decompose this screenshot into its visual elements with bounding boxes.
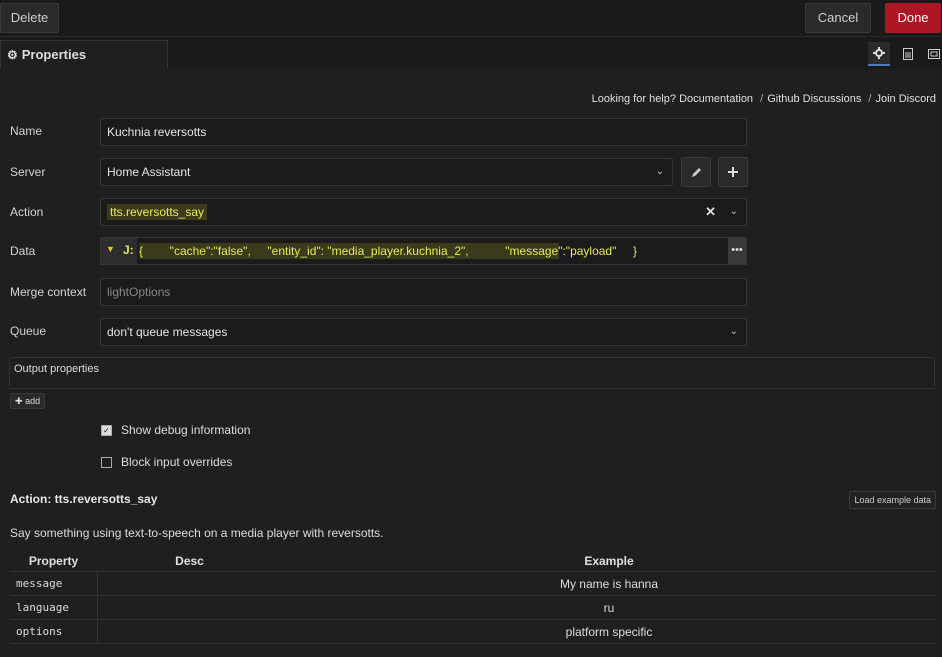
block-input-label: Block input overrides — [121, 455, 233, 469]
cancel-button[interactable]: Cancel — [805, 3, 871, 33]
merge-context-input[interactable]: lightOptions — [100, 278, 747, 306]
caret-down-icon: ▼ — [106, 244, 115, 254]
desc-cell — [97, 595, 282, 620]
column-header-property: Property — [10, 551, 97, 572]
plus-icon: ✚ — [15, 396, 23, 406]
action-description: Say something using text-to-speech on a … — [10, 526, 384, 540]
output-properties-list: Output properties — [9, 357, 935, 389]
action-select[interactable]: tts.reversotts_say ✕ ⌄ — [100, 198, 747, 226]
gear-icon — [873, 47, 885, 59]
column-header-example: Example — [282, 551, 936, 572]
name-input[interactable]: Kuchnia reversotts — [100, 118, 747, 146]
done-button[interactable]: Done — [885, 3, 941, 33]
data-type-selector[interactable]: ▼ J: — [101, 238, 137, 264]
table-row: language ru — [10, 595, 936, 620]
add-output-property-button[interactable]: ✚ add — [10, 393, 46, 409]
queue-select-value: don't queue messages — [107, 325, 228, 339]
table-row: options platform specific — [10, 619, 936, 644]
tab-properties[interactable]: ⚙ Properties — [0, 40, 168, 69]
table-header-row: Property Desc Example — [10, 551, 936, 572]
chevron-down-icon: ⌄ — [655, 166, 664, 177]
data-json-value[interactable]: { "cache":"false", "entity_id": "media_p… — [139, 238, 726, 264]
property-cell: language — [10, 595, 98, 620]
documentation-link[interactable]: Documentation — [679, 93, 753, 105]
data-typed-input[interactable]: ▼ J: { "cache":"false", "entity_id": "me… — [100, 237, 747, 265]
help-links: Looking for help? Documentation / Github … — [592, 93, 936, 105]
tabs-bar: ⚙ Properties — [0, 36, 942, 69]
server-label: Server — [10, 165, 46, 179]
add-server-button[interactable] — [718, 157, 748, 187]
help-separator: / — [868, 93, 872, 105]
merge-context-label: Merge context — [10, 285, 87, 299]
column-header-desc: Desc — [97, 551, 282, 572]
example-cell: platform specific — [282, 619, 936, 644]
property-cell: options — [10, 619, 98, 644]
example-cell: ru — [282, 595, 936, 620]
block-input-checkbox[interactable] — [101, 456, 112, 468]
more-options-icon[interactable]: ••• — [728, 238, 746, 264]
help-prefix: Looking for help? — [591, 93, 676, 105]
document-icon — [903, 48, 913, 60]
action-select-value: tts.reversotts_say — [107, 204, 208, 220]
merge-context-placeholder: lightOptions — [107, 285, 171, 299]
add-button-label: add — [25, 396, 41, 406]
server-select[interactable]: Home Assistant ⌄ — [100, 158, 673, 186]
pencil-icon — [691, 167, 701, 177]
desc-cell — [97, 619, 282, 644]
name-label: Name — [10, 124, 43, 138]
settings-tab-icon[interactable] — [868, 42, 890, 66]
show-debug-label: Show debug information — [121, 423, 251, 437]
property-cell: message — [10, 571, 98, 596]
description-tab-icon[interactable] — [897, 42, 919, 66]
layout-icon — [928, 49, 940, 59]
server-select-value: Home Assistant — [107, 165, 191, 179]
queue-label: Queue — [10, 324, 47, 338]
data-label: Data — [10, 244, 36, 258]
block-input-row[interactable]: Block input overrides — [101, 455, 232, 469]
join-discord-link[interactable]: Join Discord — [875, 93, 936, 105]
plus-icon — [728, 167, 738, 177]
tab-properties-label: Properties — [21, 47, 87, 62]
appearance-tab-icon[interactable] — [926, 42, 942, 66]
action-info-title: Action: tts.reversotts_say — [10, 492, 158, 506]
chevron-down-icon[interactable]: ⌄ — [730, 199, 738, 225]
help-separator: / — [760, 93, 764, 105]
show-debug-row[interactable]: ✓ Show debug information — [101, 423, 250, 437]
edit-server-button[interactable] — [681, 157, 711, 187]
gear-icon: ⚙ — [7, 48, 18, 62]
editor-toolbar: Delete Cancel Done — [0, 0, 942, 36]
action-label: Action — [10, 205, 44, 219]
json-type-icon: J: — [123, 243, 134, 257]
example-cell: My name is hanna — [282, 571, 936, 596]
queue-select[interactable]: don't queue messages ⌄ — [100, 318, 747, 346]
output-properties-label: Output properties — [14, 363, 99, 375]
github-discussions-link[interactable]: Github Discussions — [767, 93, 861, 105]
load-example-button[interactable]: Load example data — [849, 491, 936, 509]
show-debug-checkbox[interactable]: ✓ — [101, 424, 112, 436]
desc-cell — [97, 571, 282, 596]
chevron-down-icon: ⌄ — [729, 326, 738, 337]
delete-button[interactable]: Delete — [0, 3, 59, 33]
table-row: message My name is hanna — [10, 571, 936, 596]
action-properties-table: Property Desc Example message My name is… — [10, 551, 936, 644]
clear-icon[interactable]: ✕ — [705, 199, 716, 225]
